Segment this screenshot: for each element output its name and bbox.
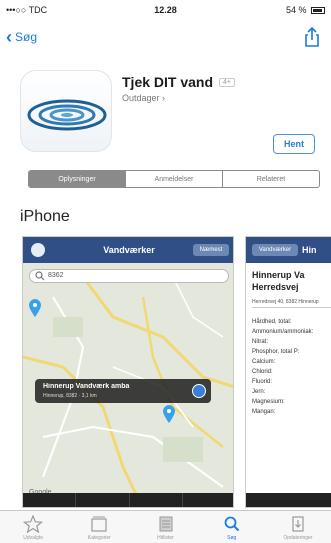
tab-updates-label: Opdateringer [283, 535, 313, 541]
back-button[interactable]: ‹ Søg [6, 27, 38, 47]
param-item: Nitrat: [252, 339, 269, 345]
tab-top-charts-label: Hitlister [157, 535, 174, 541]
tab-categories[interactable]: Kategorier [66, 511, 132, 543]
map-search-value: 8362 [48, 272, 64, 279]
nav-bar: ‹ Søg [0, 20, 331, 56]
screenshot-details[interactable]: Vandværker Hin Hinnerup Va Herredsvej He… [245, 236, 331, 508]
screenshot-map[interactable]: Vandværker Næmest 8362 Hinnerup Vandværk… [22, 236, 234, 508]
param-item: Jern: [252, 389, 266, 395]
details-nav-label: Hin [302, 245, 317, 255]
map-tab [181, 493, 233, 507]
param-item: Phosphor, total P: [252, 349, 300, 355]
app-name-text: Tjek DIT vand [122, 74, 214, 90]
tab-featured[interactable]: Udvalgte [0, 511, 66, 543]
search-icon [224, 516, 239, 532]
share-icon[interactable] [303, 27, 321, 47]
segmented-control: Oplysninger Anmeldelser Relateret [28, 170, 320, 188]
map-tab [128, 493, 182, 507]
param-item: Mangan: [252, 409, 276, 415]
map-search-field: 8362 [29, 269, 229, 283]
developer-link[interactable]: Outdager › [122, 93, 165, 103]
details-back-pill: Vandværker [252, 244, 298, 256]
param-item: Ammonium/ammoniak: [252, 329, 314, 335]
map-nearest-pill: Næmest [193, 244, 229, 256]
map-pin-icon [163, 405, 175, 423]
star-icon [23, 515, 44, 533]
battery-status: 54 % [286, 5, 325, 15]
app-header: Tjek DIT vand 4+ Outdager › Hent [0, 62, 331, 158]
updates-icon [292, 516, 304, 532]
app-name: Tjek DIT vand 4+ [122, 74, 236, 90]
segment-reviews[interactable]: Anmeldelser [125, 171, 222, 187]
tab-updates[interactable]: Opdateringer [265, 511, 331, 543]
param-item: Calcium: [252, 359, 276, 365]
categories-icon [91, 516, 107, 532]
status-bar: •••○○ TDC 12.28 54 % [0, 0, 331, 20]
top-charts-icon [159, 516, 172, 532]
age-rating-badge: 4+ [219, 78, 236, 87]
map-tab [75, 493, 128, 507]
info-icon [192, 384, 206, 398]
segment-related[interactable]: Relateret [222, 171, 319, 187]
map-callout: Hinnerup Vandværk amba Hinnerup, 8382 · … [35, 379, 211, 403]
callout-title: Hinnerup Vandværk amba [43, 383, 130, 390]
tab-search[interactable]: Søg [199, 511, 265, 543]
param-item: Magnesium: [252, 399, 285, 405]
details-title-line2: Herredsvej [252, 282, 299, 292]
status-time: 12.28 [154, 5, 177, 15]
param-item: Hårdhed, total: [252, 319, 292, 325]
map-pin-icon [29, 299, 41, 317]
details-tab-bar [246, 493, 331, 507]
get-button[interactable]: Hent [273, 134, 315, 154]
map-nav-bar: Vandværker Næmest [23, 237, 233, 263]
tab-top-charts[interactable]: Hitlister [132, 511, 198, 543]
battery-percent: 54 % [285, 5, 307, 15]
map-tab-bar [23, 493, 233, 507]
details-title: Hinnerup Va Herredsvej [252, 269, 305, 293]
tab-search-label: Søg [227, 535, 237, 541]
divider [252, 307, 331, 308]
section-title: iPhone [20, 208, 70, 225]
tab-categories-label: Kategorier [87, 535, 111, 541]
water-ripple-logo [27, 99, 107, 131]
battery-icon [311, 7, 325, 14]
callout-subtitle: Hinnerup, 8382 · 3,1 km [43, 393, 97, 399]
chevron-left-icon: ‹ [6, 27, 12, 47]
app-icon[interactable] [20, 70, 112, 152]
param-item: Chlorid: [252, 369, 273, 375]
param-item: Fluorid: [252, 379, 273, 385]
magnifier-icon [35, 271, 45, 281]
details-nav-bar: Vandværker Hin [246, 237, 331, 263]
segment-details[interactable]: Oplysninger [29, 171, 125, 187]
tab-featured-label: Udvalgte [23, 535, 43, 541]
back-button-label: Søg [15, 30, 38, 44]
param-list: Hårdhed, total: Ammonium/ammoniak: Nitra… [252, 317, 313, 417]
tab-bar: Udvalgte Kategorier Hitlister Søg Opdate… [0, 510, 331, 543]
map-tab [23, 493, 75, 507]
details-address: Herredsvej 40, 8382 Hinnerup [252, 299, 319, 305]
details-title-line1: Hinnerup Va [252, 270, 305, 280]
